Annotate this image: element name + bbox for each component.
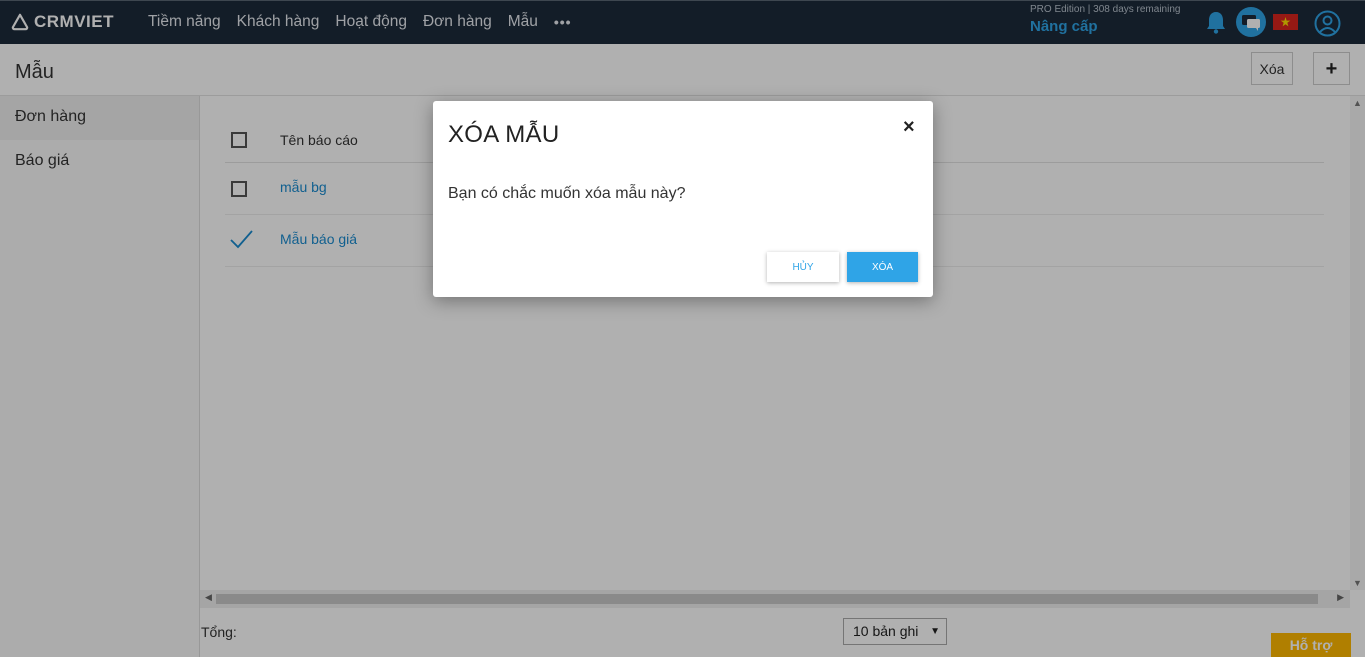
cancel-button[interactable]: HỦY <box>767 252 839 282</box>
dialog-message: Bạn có chắc muốn xóa mẫu này? <box>448 185 686 202</box>
dialog-title: XÓA MẪU <box>448 121 560 148</box>
close-icon[interactable]: × <box>903 116 919 138</box>
confirm-delete-button[interactable]: XÓA <box>847 252 918 282</box>
modal-backdrop[interactable] <box>0 0 1365 657</box>
delete-template-dialog: XÓA MẪU × Bạn có chắc muốn xóa mẫu này? … <box>433 101 933 297</box>
